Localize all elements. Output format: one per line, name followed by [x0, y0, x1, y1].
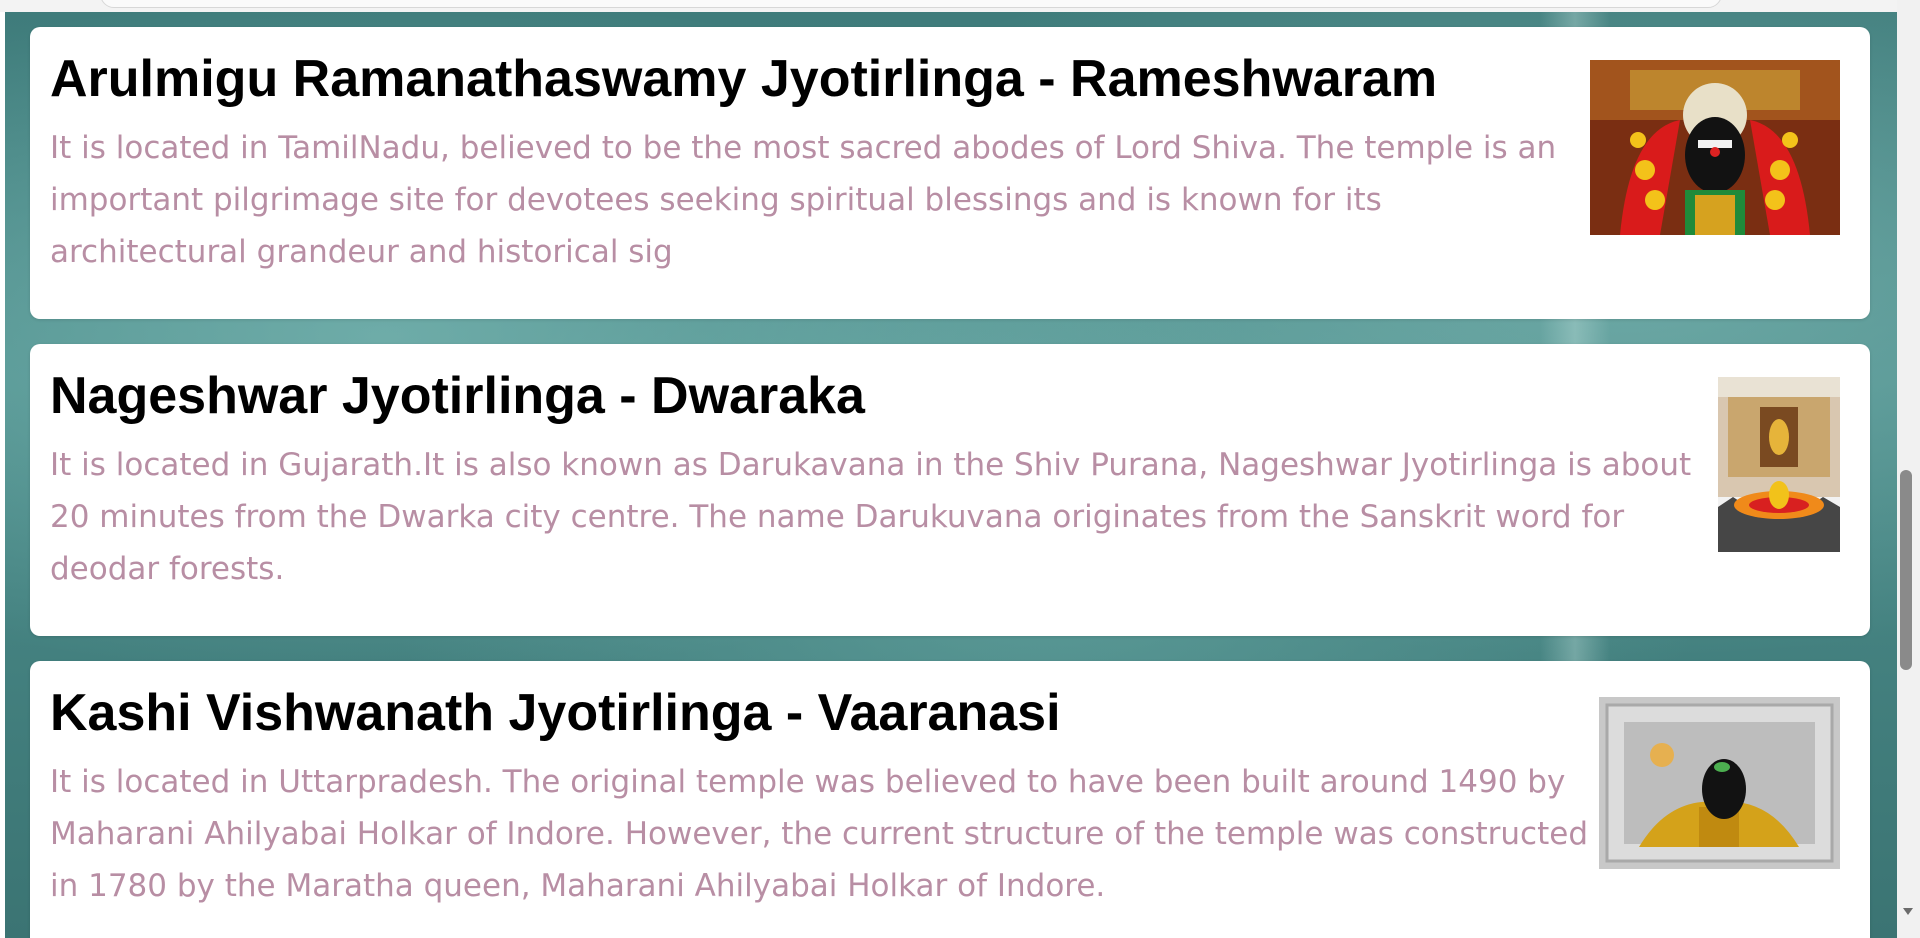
temple-title[interactable]: Arulmigu Ramanathaswamy Jyotirlinga - Ra…: [50, 49, 1437, 109]
temple-title[interactable]: Kashi Vishwanath Jyotirlinga - Vaaranasi: [50, 683, 1061, 743]
vertical-scrollbar[interactable]: [1897, 0, 1920, 938]
temple-card-rameshwaram[interactable]: Arulmigu Ramanathaswamy Jyotirlinga - Ra…: [30, 27, 1870, 319]
temple-image-rameshwaram: [1590, 60, 1840, 235]
temple-card-dwaraka[interactable]: Nageshwar Jyotirlinga - Dwaraka It is lo…: [30, 344, 1870, 636]
scrollbar-thumb[interactable]: [1900, 470, 1912, 670]
temple-description: It is located in Gujarath.It is also kno…: [50, 447, 1692, 587]
top-bar-strip: [0, 0, 1900, 12]
temple-image-vaaranasi: [1599, 697, 1840, 869]
temple-description: It is located in Uttarpradesh. The origi…: [50, 764, 1588, 904]
page-viewport: Arulmigu Ramanathaswamy Jyotirlinga - Ra…: [0, 0, 1920, 938]
search-bar-edge[interactable]: [100, 0, 1722, 8]
temple-title[interactable]: Nageshwar Jyotirlinga - Dwaraka: [50, 366, 865, 426]
temple-image-dwaraka: [1718, 377, 1840, 552]
temple-description: It is located in TamilNadu, believed to …: [50, 130, 1557, 270]
temple-card-vaaranasi[interactable]: Kashi Vishwanath Jyotirlinga - Vaaranasi…: [30, 661, 1870, 938]
scroll-down-arrow-icon[interactable]: [1903, 908, 1913, 915]
